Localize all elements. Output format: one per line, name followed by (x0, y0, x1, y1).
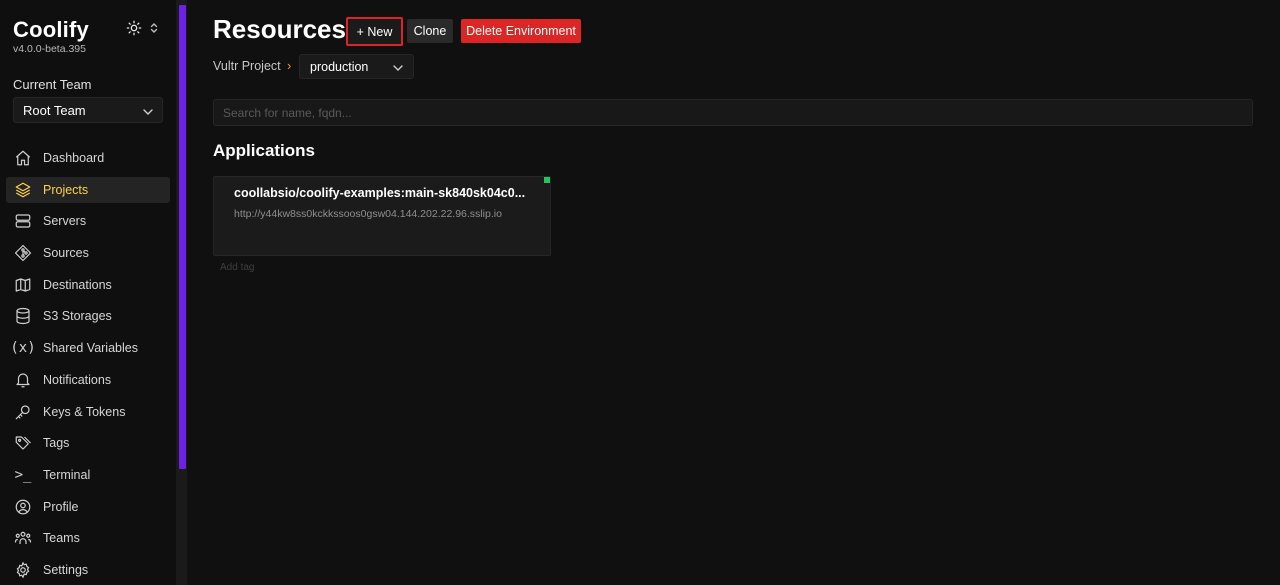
chevron-down-icon (393, 60, 403, 74)
map-icon (14, 276, 32, 294)
sidebar-nav: Dashboard Projects Servers Sources Desti… (6, 145, 170, 585)
sidebar: Coolify v4.0.0-beta.395 Current Team Roo… (0, 0, 176, 585)
new-resource-button[interactable]: + New (346, 17, 403, 46)
sidebar-item-shared-variables[interactable]: (x) Shared Variables (6, 335, 170, 361)
sidebar-item-label: Destinations (43, 277, 112, 292)
breadcrumb-project-link[interactable]: Vultr Project (213, 59, 281, 73)
team-select[interactable]: Root Team (13, 97, 163, 123)
bell-icon (14, 371, 32, 389)
sidebar-item-terminal[interactable]: >_ Terminal (6, 462, 170, 488)
tags-icon (14, 434, 32, 452)
status-indicator (544, 177, 550, 183)
sidebar-item-label: Settings (43, 562, 89, 577)
sidebar-item-teams[interactable]: Teams (6, 525, 170, 551)
sidebar-item-projects[interactable]: Projects (6, 176, 170, 203)
sidebar-item-tags[interactable]: Tags (6, 430, 170, 456)
sidebar-item-label: S3 Storages (43, 309, 112, 324)
breadcrumb-separator: › (287, 58, 292, 73)
team-select-value: Root Team (23, 102, 86, 118)
applications-heading: Applications (213, 141, 316, 160)
sidebar-scrollbar-thumb[interactable] (179, 5, 186, 469)
sidebar-item-s3-storages[interactable]: S3 Storages (6, 303, 170, 329)
delete-environment-button[interactable]: Delete Environment (461, 19, 581, 43)
application-name: coollabsio/coolify-examples:main-sk840sk… (234, 186, 526, 200)
sidebar-item-label: Sources (43, 246, 89, 261)
sidebar-item-notifications[interactable]: Notifications (6, 367, 170, 393)
terminal-icon: >_ (14, 466, 32, 483)
variable-icon: (x) (10, 340, 36, 357)
application-card[interactable]: coollabsio/coolify-examples:main-sk840sk… (213, 176, 551, 256)
sidebar-item-label: Terminal (43, 467, 91, 482)
sun-icon (126, 20, 142, 36)
theme-toggle[interactable] (126, 20, 158, 36)
sidebar-item-label: Tags (43, 436, 70, 451)
key-icon (14, 403, 32, 421)
clone-button[interactable]: Clone (407, 19, 453, 43)
database-icon (14, 307, 32, 325)
app-version: v4.0.0-beta.395 (13, 43, 86, 55)
sidebar-item-dashboard[interactable]: Dashboard (6, 145, 170, 171)
sidebar-item-sources[interactable]: Sources (6, 240, 170, 266)
sidebar-item-label: Teams (43, 531, 80, 546)
sidebar-item-settings[interactable]: Settings (6, 557, 170, 583)
sidebar-item-destinations[interactable]: Destinations (6, 272, 170, 298)
sidebar-item-profile[interactable]: Profile (6, 494, 170, 520)
chevron-down-icon (143, 103, 153, 118)
application-url[interactable]: http://y44kw8ss0kckkssoos0gsw04.144.202.… (234, 208, 502, 220)
sidebar-item-keys-tokens[interactable]: Keys & Tokens (6, 399, 170, 425)
sidebar-item-label: Notifications (43, 372, 112, 387)
environment-select[interactable]: production (299, 54, 414, 79)
home-icon (14, 149, 32, 167)
app-logo-text[interactable]: Coolify (13, 17, 89, 43)
users-icon (14, 529, 32, 547)
gear-icon (14, 561, 32, 579)
layers-icon (14, 181, 32, 199)
add-tag-button[interactable]: Add tag (220, 262, 254, 273)
sidebar-item-label: Servers (43, 214, 87, 229)
environment-select-value: production (310, 59, 369, 74)
sidebar-item-label: Dashboard (43, 151, 105, 165)
sidebar-item-label: Projects (43, 182, 89, 197)
server-icon (14, 212, 32, 230)
page-title: Resources (213, 14, 346, 44)
chevron-up-down-icon (150, 22, 158, 34)
sidebar-item-label: Keys & Tokens (43, 404, 126, 419)
current-team-label: Current Team (13, 77, 92, 92)
user-circle-icon (14, 498, 32, 516)
sidebar-item-label: Shared Variables (43, 341, 138, 356)
sidebar-item-servers[interactable]: Servers (6, 208, 170, 234)
search-input[interactable] (213, 99, 1253, 126)
sidebar-item-label: Profile (43, 499, 79, 514)
git-icon (14, 244, 32, 262)
